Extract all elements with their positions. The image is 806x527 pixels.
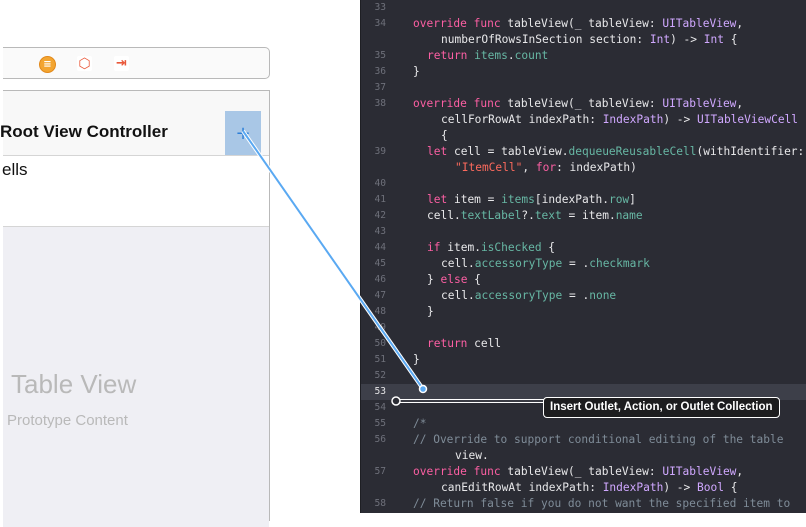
line-number: 40 [374, 178, 386, 189]
line-number: 37 [374, 82, 386, 93]
code-line[interactable]: 34 override func tableView(_ tableView: U… [361, 16, 806, 32]
line-number: 36 [374, 66, 386, 77]
line-number: 41 [374, 194, 386, 205]
line-number: 50 [374, 338, 386, 349]
code-text: } [413, 353, 420, 366]
first-responder-icon[interactable]: ⬡ [77, 56, 92, 71]
add-bar-button[interactable]: + [225, 111, 261, 155]
code-text: if item.isChecked { [427, 241, 556, 254]
line-number: 51 [374, 354, 386, 365]
code-text: let item = items[indexPath.row] [427, 193, 636, 206]
line-number: 49 [374, 322, 386, 333]
code-text: canEditRowAt indexPath: IndexPath) -> Bo… [441, 481, 738, 494]
storyboard-canvas[interactable]: ≡ ⬡ ⇥ Root View Controller + ells Table … [0, 0, 360, 527]
code-line[interactable]: 36} [361, 64, 806, 80]
plus-icon: + [235, 122, 251, 144]
line-number: 39 [374, 146, 386, 157]
code-line[interactable]: 57 override func tableView(_ tableView: U… [361, 464, 806, 480]
line-number: 48 [374, 306, 386, 317]
code-line[interactable]: 48} [361, 304, 806, 320]
line-number: 43 [374, 226, 386, 237]
table-view-placeholder-title: Table View [11, 369, 137, 399]
line-number: 52 [374, 370, 386, 381]
code-text: cell.accessoryType = .none [441, 289, 617, 302]
code-text: cell.textLabel?.text = item.name [427, 209, 643, 222]
code-line[interactable]: 55 /* [361, 416, 806, 432]
exit-icon[interactable]: ⇥ [114, 56, 129, 71]
code-line[interactable]: 50 return cell [361, 336, 806, 352]
line-number: 58 [374, 498, 386, 509]
line-number: 45 [374, 258, 386, 269]
code-text: cell.accessoryType = .checkmark [441, 257, 650, 270]
code-text: /* [413, 417, 427, 430]
code-line[interactable]: 56 // Override to support conditional edi… [361, 432, 806, 448]
code-text: override func tableView(_ tableView: UIT… [413, 17, 744, 30]
navigation-bar[interactable]: Root View Controller + [0, 91, 269, 156]
code-line[interactable]: "ItemCell", for: indexPath) [361, 160, 806, 176]
code-line[interactable]: 42 cell.textLabel?.text = item.name [361, 208, 806, 224]
code-text: return items.count [427, 49, 549, 62]
scene-dock: ≡ ⬡ ⇥ [3, 47, 270, 79]
line-number: 33 [374, 2, 386, 13]
line-number: 46 [374, 274, 386, 285]
nav-title[interactable]: Root View Controller [0, 122, 168, 142]
code-line[interactable]: 47 cell.accessoryType = .none [361, 288, 806, 304]
code-line[interactable]: 40 [361, 176, 806, 192]
code-line[interactable]: 46 } else { [361, 272, 806, 288]
code-line[interactable]: 33 [361, 0, 806, 16]
line-number: 44 [374, 242, 386, 253]
line-number: 35 [374, 50, 386, 61]
code-line[interactable]: 58 // Return false if you do not want the… [361, 496, 806, 512]
code-text: // Return false if you do not want the s… [413, 497, 791, 510]
prototype-content-label: Prototype Content [7, 412, 128, 429]
code-text: } [427, 305, 434, 318]
code-line[interactable]: 52 [361, 368, 806, 384]
code-text: return cell [427, 337, 502, 350]
code-line[interactable]: 51} [361, 352, 806, 368]
code-line[interactable]: canEditRowAt indexPath: IndexPath) -> Bo… [361, 480, 806, 496]
code-line[interactable]: 44 if item.isChecked { [361, 240, 806, 256]
line-number: 53 [374, 386, 386, 397]
line-number: 34 [374, 18, 386, 29]
line-number: 56 [374, 434, 386, 445]
line-number: 54 [374, 402, 386, 413]
line-number: 57 [374, 466, 386, 477]
code-text: } [413, 65, 420, 78]
code-text: // Override to support conditional editi… [413, 433, 784, 446]
code-text: cellForRowAt indexPath: IndexPath) -> UI… [441, 113, 799, 126]
code-text: } else { [427, 273, 481, 286]
code-line[interactable]: 38 override func tableView(_ tableView: U… [361, 96, 806, 112]
code-line[interactable]: { [361, 128, 806, 144]
prototype-cell[interactable]: ells [2, 156, 269, 227]
line-number: 42 [374, 210, 386, 221]
code-line[interactable]: view. [361, 448, 806, 464]
code-text: override func tableView(_ tableView: UIT… [413, 465, 744, 478]
code-line[interactable]: cellForRowAt indexPath: IndexPath) -> UI… [361, 112, 806, 128]
code-line[interactable]: 41 let item = items[indexPath.row] [361, 192, 806, 208]
table-view-controller-scene[interactable]: Root View Controller + ells [0, 90, 270, 527]
line-number: 38 [374, 98, 386, 109]
line-number: 55 [374, 418, 386, 429]
code-line[interactable]: 37 [361, 80, 806, 96]
code-text: let cell = tableView.dequeueReusableCell… [427, 145, 805, 158]
code-line[interactable]: 35 return items.count [361, 48, 806, 64]
code-line[interactable]: 39 let cell = tableView.dequeueReusableCe… [361, 144, 806, 160]
view-controller-icon[interactable]: ≡ [39, 56, 56, 73]
insert-outlet-tooltip: Insert Outlet, Action, or Outlet Collect… [543, 397, 780, 418]
code-text: view. [455, 449, 489, 462]
code-line[interactable]: 45 cell.accessoryType = .checkmark [361, 256, 806, 272]
code-text: { [441, 129, 448, 142]
cell-label: ells [2, 160, 28, 179]
code-text: numberOfRowsInSection section: Int) -> I… [441, 33, 738, 46]
code-editor[interactable]: 33 34 override func tableView(_ tableView:… [360, 0, 806, 513]
code-line[interactable]: 49 [361, 320, 806, 336]
code-line[interactable]: 43 [361, 224, 806, 240]
code-line[interactable]: numberOfRowsInSection section: Int) -> I… [361, 32, 806, 48]
code-text: "ItemCell", for: indexPath) [455, 161, 637, 174]
line-number: 47 [374, 290, 386, 301]
code-text: override func tableView(_ tableView: UIT… [413, 97, 744, 110]
